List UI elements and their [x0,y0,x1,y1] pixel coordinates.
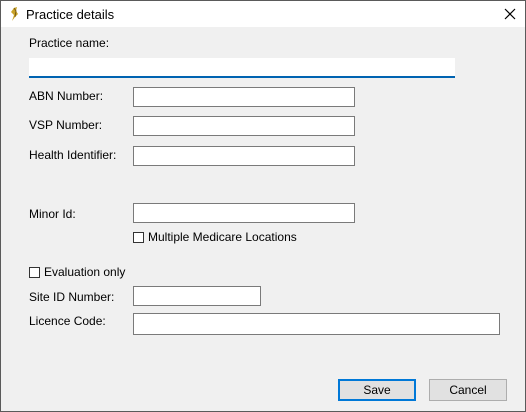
evaluation-only-label: Evaluation only [44,265,126,279]
licence-code-input[interactable] [133,313,500,335]
site-id-label: Site ID Number: [29,290,115,304]
practice-name-input[interactable] [29,58,455,78]
title-bar: Practice details [1,1,525,27]
window-title: Practice details [26,7,115,22]
health-identifier-input[interactable] [133,146,355,166]
abn-number-label: ABN Number: [29,89,104,103]
practice-details-dialog: Practice details Practice name: ABN Numb… [0,0,526,412]
vsp-number-label: VSP Number: [29,118,103,132]
licence-code-label: Licence Code: [29,314,106,328]
multiple-medicare-checkbox[interactable]: Multiple Medicare Locations [133,230,297,244]
app-icon [8,6,22,22]
minor-id-input[interactable] [133,203,355,223]
save-button[interactable]: Save [338,379,416,401]
multiple-medicare-label: Multiple Medicare Locations [148,230,297,244]
health-identifier-label: Health Identifier: [29,148,117,162]
abn-number-input[interactable] [133,87,355,107]
site-id-input[interactable] [133,286,261,306]
checkbox-box[interactable] [29,266,40,278]
cancel-button[interactable]: Cancel [429,379,507,401]
checkbox-box[interactable] [133,231,144,243]
evaluation-only-checkbox[interactable]: Evaluation only [29,265,125,279]
practice-name-label: Practice name: [29,36,110,50]
close-icon[interactable] [495,1,525,27]
vsp-number-input[interactable] [133,116,355,136]
minor-id-label: Minor Id: [29,207,76,221]
